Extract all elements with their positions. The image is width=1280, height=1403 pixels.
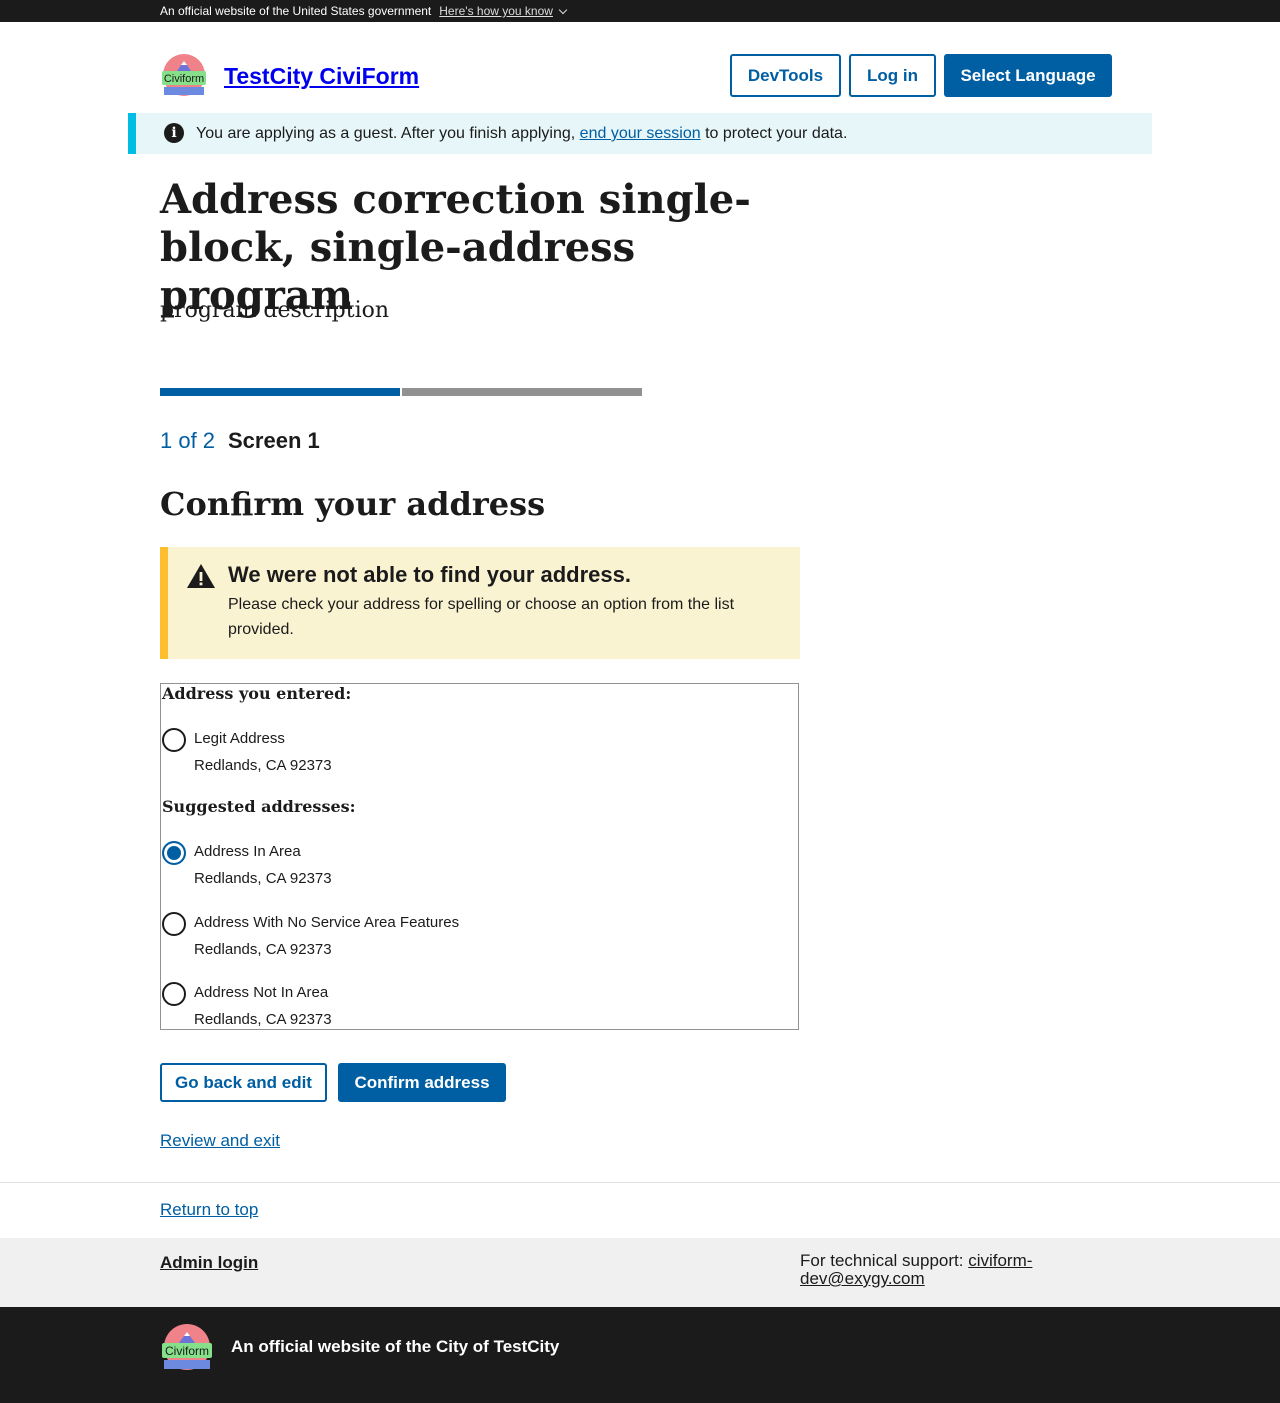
footer-divider xyxy=(0,1182,1280,1183)
logo-text: Civiform xyxy=(164,73,204,85)
suggested-addresses-heading: Suggested addresses: xyxy=(162,797,356,816)
guest-text-after: to protect your data. xyxy=(705,125,848,142)
confirm-address-button[interactable]: Confirm address xyxy=(338,1063,506,1102)
address-line1: Address With No Service Area Features xyxy=(194,914,460,931)
screen-name: Screen 1 xyxy=(228,428,320,453)
return-to-top-link[interactable]: Return to top xyxy=(160,1199,258,1221)
warning-body: Please check your address for spelling o… xyxy=(228,596,735,638)
how-you-know-label: Here's how you know xyxy=(439,4,553,18)
gov-banner: An official website of the United States… xyxy=(0,0,1280,22)
guest-alert: i You are applying as a guest. After you… xyxy=(128,113,1152,154)
address-radio[interactable] xyxy=(162,728,186,752)
address-warning-alert: We were not able to find your address. P… xyxy=(160,547,800,659)
civiform-logo[interactable]: Civiform xyxy=(160,53,208,99)
confirm-heading: Confirm your address xyxy=(160,485,546,523)
entered-address-heading: Address you entered: xyxy=(162,684,352,703)
guest-alert-text: You are applying as a guest. After you f… xyxy=(196,113,847,154)
footer-logo-text: Civiform xyxy=(165,1344,209,1358)
guest-text-before: You are applying as a guest. After you f… xyxy=(196,125,576,142)
address-line1: Legit Address xyxy=(194,730,285,747)
step-count: 1 of 2 xyxy=(160,428,216,453)
warning-icon xyxy=(186,563,216,594)
footer-primary: Admin login For technical support: civif… xyxy=(0,1238,1280,1307)
address-line2: Redlands, CA 92373 xyxy=(194,757,332,774)
address-radio[interactable] xyxy=(162,912,186,936)
gov-banner-text: An official website of the United States… xyxy=(160,4,432,18)
footer-secondary: Civiform An official website of the City… xyxy=(0,1307,1280,1403)
warning-title: We were not able to find your address. xyxy=(228,562,632,587)
admin-login-link[interactable]: Admin login xyxy=(160,1252,258,1274)
address-option-legit[interactable]: Legit Address Redlands, CA 92373 xyxy=(161,728,791,788)
address-radio-selected[interactable] xyxy=(162,841,186,865)
program-description: program description xyxy=(160,298,390,323)
address-radio[interactable] xyxy=(162,982,186,1006)
site-title-link[interactable]: TestCity CiviForm xyxy=(224,62,419,90)
chevron-down-icon xyxy=(558,5,568,14)
end-session-link[interactable]: end your session xyxy=(580,125,701,142)
technical-support: For technical support: civiform-dev@exyg… xyxy=(800,1252,1060,1288)
address-line2: Redlands, CA 92373 xyxy=(194,1011,332,1028)
address-line1: Address Not In Area xyxy=(194,984,329,1001)
devtools-button[interactable]: DevTools xyxy=(730,54,841,97)
select-language-button[interactable]: Select Language xyxy=(944,54,1112,97)
info-icon: i xyxy=(164,123,184,143)
address-line2: Redlands, CA 92373 xyxy=(194,941,332,958)
progress-segment-remaining xyxy=(402,388,642,396)
address-option-in-area[interactable]: Address In Area Redlands, CA 92373 xyxy=(161,841,791,901)
official-city-text: An official website of the City of TestC… xyxy=(231,1337,560,1356)
civiform-footer-logo: Civiform xyxy=(160,1323,214,1373)
address-option-no-service-area[interactable]: Address With No Service Area Features Re… xyxy=(161,912,791,972)
address-option-not-in-area[interactable]: Address Not In Area Redlands, CA 92373 xyxy=(161,982,791,1029)
address-line1: Address In Area xyxy=(194,843,301,860)
review-and-exit-link[interactable]: Review and exit xyxy=(160,1130,280,1152)
address-line2: Redlands, CA 92373 xyxy=(194,870,332,887)
how-you-know-link[interactable]: Here's how you know xyxy=(439,0,568,22)
login-button[interactable]: Log in xyxy=(849,54,936,97)
address-options-box: Address you entered: Legit Address Redla… xyxy=(160,683,799,1030)
support-label: For technical support: xyxy=(800,1251,964,1270)
go-back-and-edit-button[interactable]: Go back and edit xyxy=(160,1063,327,1102)
progress-segment-complete xyxy=(160,388,400,396)
